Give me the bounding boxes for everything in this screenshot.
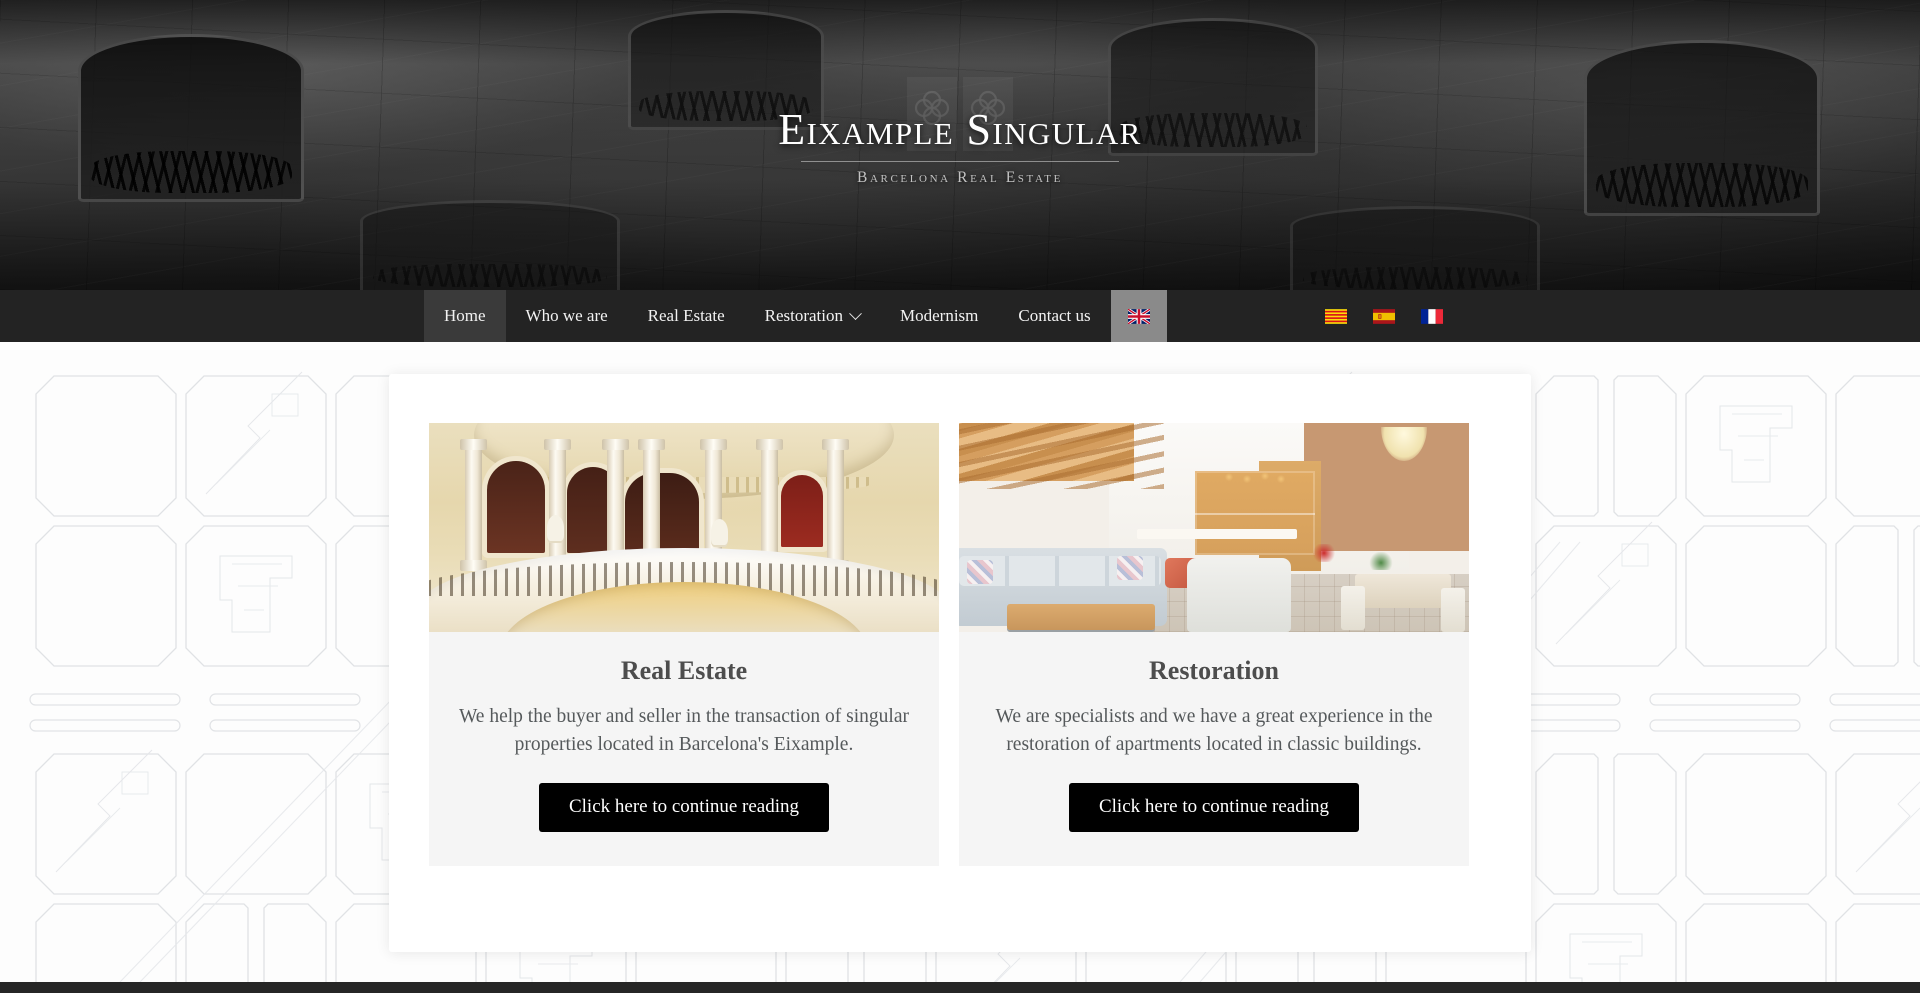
card-title: Real Estate bbox=[620, 656, 748, 685]
flag-spain-icon bbox=[1372, 308, 1395, 324]
language-switch-english[interactable] bbox=[1110, 290, 1167, 342]
apartment-photo bbox=[959, 423, 1469, 632]
dining-chair-shape bbox=[1341, 586, 1365, 630]
nav-items-group: Home Who we are Real Estate Restoration … bbox=[424, 290, 1167, 342]
nav-item-contact-us[interactable]: Contact us bbox=[998, 290, 1110, 342]
language-switcher bbox=[1324, 290, 1443, 342]
continue-reading-button-restoration[interactable]: Click here to continue reading bbox=[1068, 783, 1360, 833]
pendant-lights-icon bbox=[1221, 463, 1287, 483]
chevron-down-icon bbox=[849, 306, 862, 320]
door-shape bbox=[625, 473, 699, 551]
nav-item-label: Home bbox=[444, 306, 486, 325]
logo-divider bbox=[801, 161, 1119, 162]
feature-card-real-estate: Real Estate We help the buyer and seller… bbox=[429, 423, 939, 867]
card-image-restoration[interactable] bbox=[959, 423, 1469, 632]
armchair-shape bbox=[1187, 558, 1291, 632]
nav-item-home[interactable]: Home bbox=[424, 290, 506, 342]
nav-item-label: Who we are bbox=[525, 306, 608, 325]
hero-window-icon bbox=[360, 200, 620, 290]
nav-item-label: Contact us bbox=[1018, 306, 1091, 325]
potted-plant-icon bbox=[1369, 552, 1393, 570]
door-shape bbox=[487, 461, 545, 553]
hero-banner: Eixample Singular Barcelona Real Estate bbox=[0, 0, 1920, 290]
language-switch-french[interactable] bbox=[1420, 308, 1443, 324]
card-image-real-estate[interactable] bbox=[429, 423, 939, 632]
flag-france-icon bbox=[1420, 308, 1443, 324]
bust-statue-shape bbox=[711, 519, 728, 545]
language-switch-catalan[interactable] bbox=[1324, 308, 1347, 324]
rotunda-photo bbox=[429, 423, 939, 632]
wood-beam-lines-shape bbox=[959, 423, 1164, 489]
card-description: We help the buyer and seller in the tran… bbox=[458, 706, 910, 755]
cushion-shape bbox=[967, 560, 993, 584]
language-switch-spanish[interactable] bbox=[1372, 308, 1395, 324]
nav-item-label: Restoration bbox=[764, 306, 844, 325]
site-title: Eixample Singular bbox=[778, 105, 1142, 154]
page-root: Eixample Singular Barcelona Real Estate … bbox=[0, 0, 1920, 993]
continue-reading-button-real-estate[interactable]: Click here to continue reading bbox=[538, 783, 830, 833]
column-shape bbox=[544, 439, 571, 571]
site-tagline: Barcelona Real Estate bbox=[857, 169, 1063, 186]
nav-item-real-estate[interactable]: Real Estate bbox=[628, 290, 745, 342]
card-body-restoration: Restoration We are specialists and we ha… bbox=[959, 632, 1469, 866]
nav-item-modernism[interactable]: Modernism bbox=[880, 290, 998, 342]
column-shape bbox=[822, 439, 849, 571]
card-body-real-estate: Real Estate We help the buyer and seller… bbox=[429, 632, 939, 866]
card-description: We are specialists and we have a great e… bbox=[995, 706, 1433, 755]
footer-bar bbox=[0, 982, 1920, 993]
flag-catalonia-icon bbox=[1324, 308, 1347, 324]
nav-item-restoration[interactable]: Restoration bbox=[745, 290, 880, 342]
feature-cards: Real Estate We help the buyer and seller… bbox=[389, 374, 1531, 867]
nav-item-label: Real Estate bbox=[647, 306, 725, 325]
kitchen-counter-shape bbox=[1137, 529, 1297, 539]
main-navigation: Home Who we are Real Estate Restoration … bbox=[0, 290, 1920, 342]
card-title: Restoration bbox=[1149, 656, 1279, 685]
kitchen-cabinets-shape bbox=[1195, 471, 1315, 555]
red-flowers-icon bbox=[1311, 544, 1337, 562]
cushion-shape bbox=[1117, 556, 1143, 580]
column-shape bbox=[756, 439, 783, 571]
site-logo[interactable]: Eixample Singular Barcelona Real Estate bbox=[0, 108, 1920, 187]
hero-window-icon bbox=[1290, 206, 1540, 290]
nav-item-label: Modernism bbox=[900, 306, 979, 325]
nav-item-who-we-are[interactable]: Who we are bbox=[506, 290, 628, 342]
feature-card-restoration: Restoration We are specialists and we ha… bbox=[959, 423, 1469, 867]
flag-uk-icon bbox=[1127, 308, 1150, 324]
bust-statue-shape bbox=[547, 515, 564, 541]
dining-table-shape bbox=[1355, 574, 1451, 608]
content-container: Real Estate We help the buyer and seller… bbox=[389, 374, 1531, 952]
column-shape bbox=[460, 439, 487, 571]
coffee-table-shape bbox=[1007, 604, 1155, 630]
dining-chair-shape bbox=[1441, 588, 1465, 632]
door-shape bbox=[781, 475, 823, 547]
